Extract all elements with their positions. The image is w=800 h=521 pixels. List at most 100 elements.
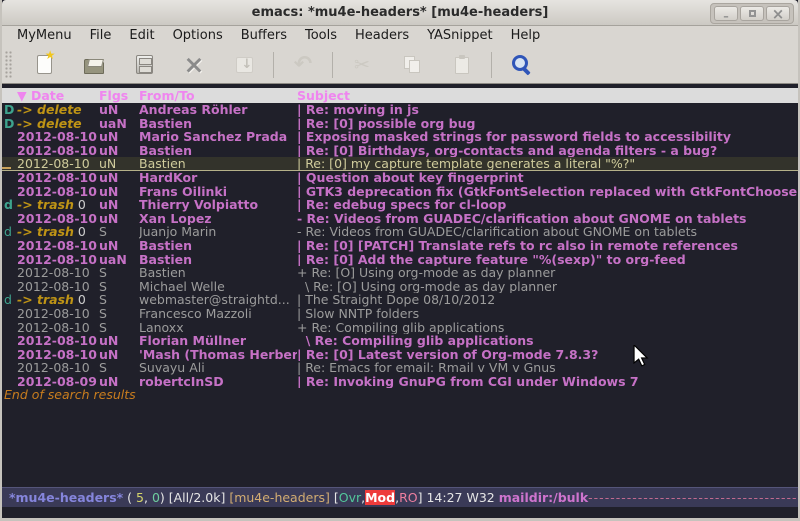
subject-cell: | Question about key fingerprint [297, 171, 798, 185]
column-header-date[interactable]: ▼ Date [17, 88, 99, 103]
table-row[interactable]: d-> trash 0SJuanjo Marin- Re: Videos fro… [2, 225, 798, 239]
menu-help[interactable]: Help [502, 26, 550, 46]
table-row[interactable]: 2012-08-10uNFrans Oilinki| GTK3 deprecat… [2, 185, 798, 199]
menu-tools[interactable]: Tools [296, 26, 346, 46]
column-header-from[interactable]: From/To [139, 88, 297, 103]
flags-cell: uN [99, 348, 139, 362]
subject-cell: \ Re: Compiling glib applications [297, 334, 798, 348]
table-row[interactable]: 2012-08-10uNHardKor| Question about key … [2, 171, 798, 185]
thread-indicator: | [297, 185, 306, 199]
subject-cell: | Re: Emacs for email: Rmail v VM v Gnus [297, 361, 798, 375]
subject-text: Slow NNTP folders [305, 307, 419, 321]
subject-cell: \ Re: [O] Using org-mode as day planner [297, 280, 798, 294]
flags-cell: S [99, 280, 139, 294]
table-row[interactable]: 2012-08-10uN'Mash (Thomas Herbert)| Re: … [2, 348, 798, 362]
modeline-segment-plain: ( [123, 490, 136, 505]
mark-target-label: -> trash [17, 198, 74, 212]
date-cell: 2012-08-10 [17, 348, 99, 362]
echo-area[interactable] [2, 507, 798, 518]
mark-char [2, 375, 17, 389]
subject-cell: | Exposing masked strings for password f… [297, 130, 798, 144]
date-cell: -> trash 0 [17, 293, 99, 307]
new-file-button[interactable] [26, 50, 62, 80]
mark-char [2, 321, 17, 335]
modeline-segment-dashes: ----------------------------------------… [588, 490, 798, 505]
message-list: D-> deleteuNAndreas Röhler| Re: moving i… [2, 103, 798, 388]
menu-headers[interactable]: Headers [346, 26, 418, 46]
menu-buffers[interactable]: Buffers [232, 26, 296, 46]
mark-suffix: 0 [74, 198, 86, 212]
titlebar[interactable]: emacs: *mu4e-headers* [mu4e-headers] – × [2, 0, 798, 26]
thread-indicator: | [297, 361, 305, 375]
table-row[interactable]: 2012-08-10SFrancesco Mazzoli| Slow NNTP … [2, 307, 798, 321]
from-cell: Xan Lopez [139, 212, 297, 226]
table-row[interactable]: 2012-08-10SSuvayu Ali| Re: Emacs for ema… [2, 361, 798, 375]
maximize-button[interactable] [740, 6, 764, 21]
cut-button: ✂ [344, 50, 380, 80]
mark-char [2, 280, 17, 294]
modeline-segment-plain: ) [160, 490, 169, 505]
subject-text: Re: [0] my capture template generates a … [305, 157, 635, 170]
from-cell: Bastien [139, 157, 297, 170]
flags-cell: uN [99, 171, 139, 185]
table-row[interactable]: D-> deleteuaNBastien| Re: [0] possible o… [2, 117, 798, 131]
subject-cell: + Re: Compiling glib applications [297, 321, 798, 335]
subject-text: Re: Emacs for email: Rmail v VM v Gnus [305, 361, 555, 375]
close-button[interactable]: × [766, 6, 790, 21]
date-cell: 2012-08-10 [17, 239, 99, 253]
modeline-segment-ro: RO [399, 490, 418, 505]
from-cell: Florian Müllner [139, 334, 297, 348]
table-row[interactable]: 2012-08-10uNBastien| Re: [0] my capture … [2, 157, 798, 171]
window-title: emacs: *mu4e-headers* [mu4e-headers] [252, 5, 549, 20]
subject-cell: | Re: [0] Add the capture feature "%(sex… [297, 253, 798, 267]
date-cell: 2012-08-10 [17, 212, 99, 226]
menubar: MyMenuFileEditOptionsBuffersToolsHeaders… [2, 26, 798, 46]
mark-char [2, 144, 17, 158]
modeline-segment-mode: [mu4e-headers] [229, 490, 334, 505]
mark-target-label: -> trash [17, 225, 74, 239]
menu-mymenu[interactable]: MyMenu [8, 26, 81, 46]
close-buffer-button[interactable]: × [176, 50, 212, 80]
column-header-subject[interactable]: Subject [297, 88, 798, 103]
subject-text: Re: Compiling glib applications [315, 334, 534, 348]
table-row[interactable]: 2012-08-10SBastien+ Re: [O] Using org-mo… [2, 266, 798, 280]
mark-suffix: 0 [74, 225, 86, 239]
from-cell: Thierry Volpiatto [139, 198, 297, 212]
toolbar-grip-handle[interactable] [5, 51, 13, 79]
from-cell: Frans Oilinki [139, 185, 297, 199]
flags-cell: uN [99, 103, 139, 117]
column-header-flags[interactable]: Flgs [99, 88, 139, 103]
thread-indicator: | [297, 375, 306, 389]
headers-column-header-line: ▼ Date Flgs From/To Subject [2, 88, 798, 103]
table-row[interactable]: 2012-08-10uaNBastien| Re: [0] Add the ca… [2, 253, 798, 267]
table-row[interactable]: 2012-08-09uNrobertcInSD| Re: Invoking Gn… [2, 375, 798, 389]
menu-file[interactable]: File [81, 26, 121, 46]
table-row[interactable]: 2012-08-10uNXan Lopez- Re: Videos from G… [2, 212, 798, 226]
from-cell: Juanjo Marin [139, 225, 297, 239]
table-row[interactable]: 2012-08-10uNBastien| Re: [0] [PATCH] Tra… [2, 239, 798, 253]
menu-yasnippet[interactable]: YASnippet [418, 26, 502, 46]
window-controls: – × [710, 3, 794, 24]
table-row[interactable]: 2012-08-10SLanoxx+ Re: Compiling glib ap… [2, 321, 798, 335]
menu-options[interactable]: Options [164, 26, 232, 46]
flags-cell: uN [99, 212, 139, 226]
table-row[interactable]: 2012-08-10uNFlorian Müllner \ Re: Compil… [2, 334, 798, 348]
open-folder-button[interactable] [76, 50, 112, 80]
subject-text: Re: [0] possible org bug [306, 117, 476, 131]
subject-cell: | Slow NNTP folders [297, 307, 798, 321]
from-cell: webmaster@straightd... [139, 293, 297, 307]
subject-cell: | Re: [0] Latest version of Org-mode 7.8… [297, 348, 798, 362]
thread-indicator: - [297, 212, 307, 226]
file-cabinet-button[interactable] [126, 50, 162, 80]
table-row[interactable]: D-> deleteuNAndreas Röhler| Re: moving i… [2, 103, 798, 117]
menu-edit[interactable]: Edit [120, 26, 163, 46]
table-row[interactable]: 2012-08-10uNBastien| Re: [0] Birthdays, … [2, 144, 798, 158]
modeline-segment-plain: 14:27 W32 [426, 490, 498, 505]
table-row[interactable]: d-> trash 0Swebmaster@straightd...| The … [2, 293, 798, 307]
table-row[interactable]: 2012-08-10SMichael Welle \ Re: [O] Using… [2, 280, 798, 294]
table-row[interactable]: d-> trash 0uNThierry Volpiatto| Re: edeb… [2, 198, 798, 212]
table-row[interactable]: 2012-08-10uNMario Sanchez Prada| Exposin… [2, 130, 798, 144]
minimize-button[interactable]: – [714, 6, 738, 21]
search-button[interactable] [503, 50, 539, 80]
subject-text: Re: Videos from GUADEC/clarification abo… [307, 212, 747, 226]
